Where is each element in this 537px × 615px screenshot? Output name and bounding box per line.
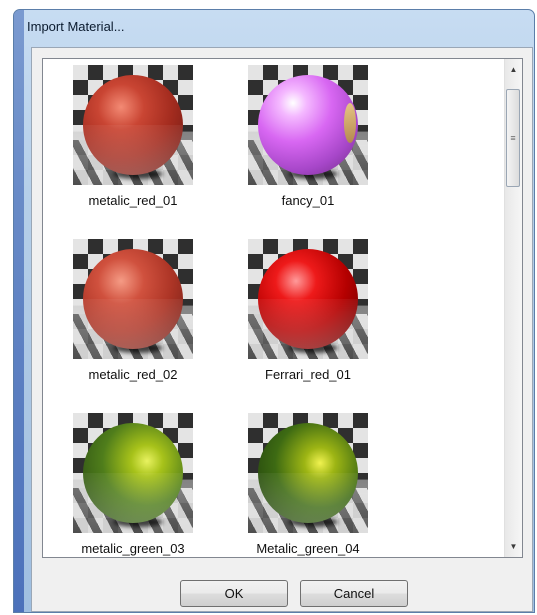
material-thumbnail: [73, 65, 193, 185]
material-label: fancy_01: [281, 193, 335, 208]
material-item-metalic-green-04[interactable]: Metalic_green_04: [233, 413, 383, 556]
import-material-dialog: Import Material... metalic_red_01 fancy_…: [13, 9, 535, 613]
dialog-client-area: metalic_red_01 fancy_01 metalic_red_02 F…: [31, 47, 533, 612]
material-item-ferrari-red-01[interactable]: Ferrari_red_01: [233, 239, 383, 382]
material-item-metalic-green-03[interactable]: metalic_green_03: [58, 413, 208, 556]
material-item-metalic-red-02[interactable]: metalic_red_02: [58, 239, 208, 382]
material-thumbnail: [248, 239, 368, 359]
material-label: metalic_red_02: [88, 367, 178, 382]
material-label: Metalic_green_04: [256, 541, 360, 556]
scrollbar-thumb[interactable]: ≡: [506, 89, 520, 187]
material-thumbnail: [73, 239, 193, 359]
material-item-metalic-red-01[interactable]: metalic_red_01: [58, 65, 208, 208]
material-label: metalic_green_03: [81, 541, 185, 556]
scroll-up-icon[interactable]: ▲: [505, 61, 522, 78]
grip-icon: ≡: [510, 133, 516, 143]
material-list[interactable]: metalic_red_01 fancy_01 metalic_red_02 F…: [42, 58, 523, 558]
material-item-fancy-01[interactable]: fancy_01: [233, 65, 383, 208]
material-label: metalic_red_01: [88, 193, 178, 208]
material-label: Ferrari_red_01: [265, 367, 351, 382]
material-thumbnail: [248, 65, 368, 185]
vertical-scrollbar[interactable]: ▲ ≡ ▼: [504, 59, 522, 557]
material-thumbnail: [248, 413, 368, 533]
material-thumbnail: [73, 413, 193, 533]
ok-button[interactable]: OK: [180, 580, 288, 607]
scroll-down-icon[interactable]: ▼: [505, 538, 522, 555]
window-title: Import Material...: [27, 19, 125, 34]
cancel-button[interactable]: Cancel: [300, 580, 408, 607]
